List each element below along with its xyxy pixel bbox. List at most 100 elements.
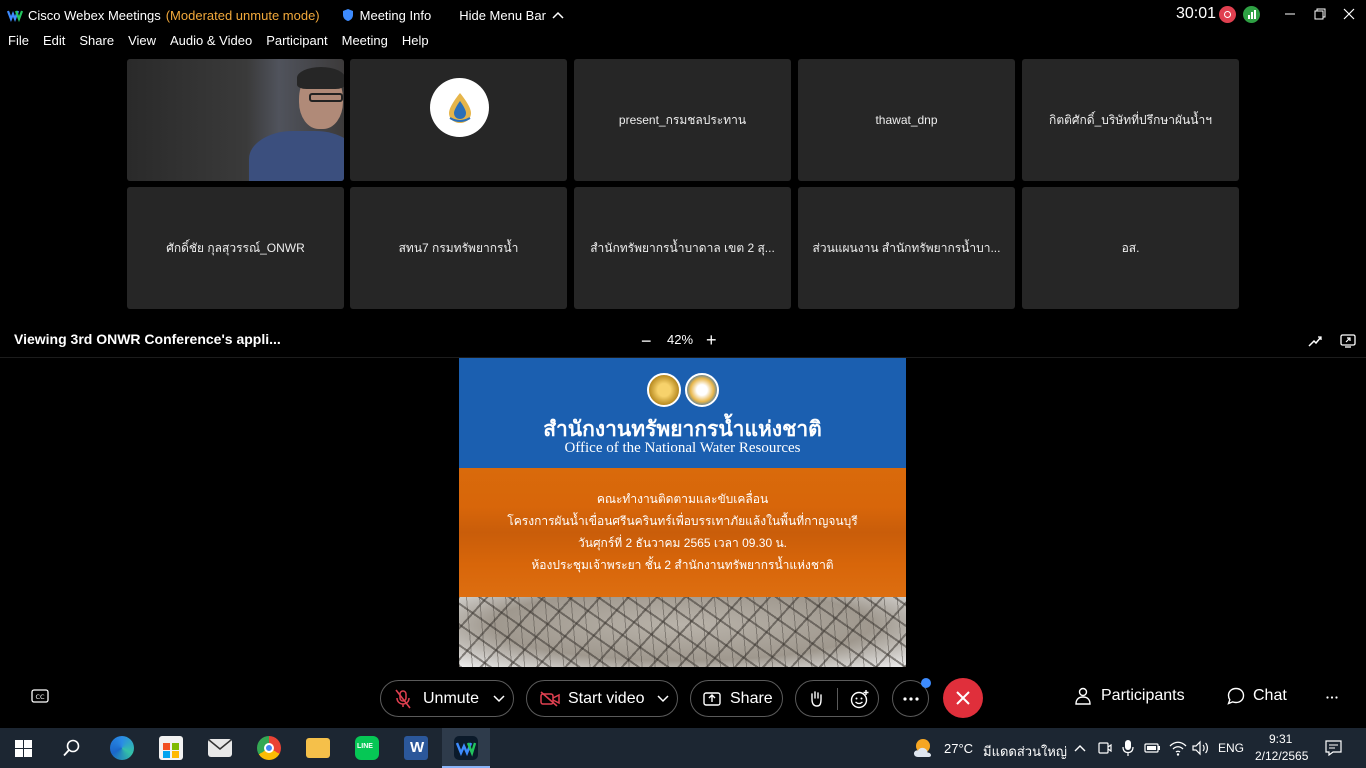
leave-meeting-button[interactable] [943,678,983,718]
hide-menu-bar-button[interactable]: Hide Menu Bar [459,8,564,23]
line-app-icon[interactable]: LINE [355,736,379,760]
menu-file[interactable]: File [8,33,29,53]
slide-header: สำนักงานทรัพยากรน้ำแห่งชาติ Office of th… [459,358,906,468]
participant-tile[interactable]: ส่วนแผนงาน สำนักทรัพยากรน้ำบา... [798,187,1015,309]
weather-temp[interactable]: 27°C [944,741,973,756]
more-icon[interactable] [1326,696,1338,699]
slide-title-english: Office of the National Water Resources [564,440,801,456]
close-button[interactable] [1336,2,1362,26]
raise-hand-icon[interactable] [808,690,824,708]
participant-name: กิตติศักดิ์_บริษัทที่ปรึกษาผันน้ำฯ [1049,112,1212,127]
battery-icon[interactable] [1144,741,1162,755]
notification-dot [921,678,931,688]
slide-line: ห้องประชุมเจ้าพระยา ชั้น 2 สำนักงานทรัพย… [531,558,834,572]
meeting-timer: 30:01 [1176,5,1217,22]
menu-edit[interactable]: Edit [43,33,65,53]
participant-name: ศักดิ์ชัย กุลสุวรรณ์_ONWR [166,240,305,255]
cracked-earth-image [459,597,906,667]
participant-name: อส. [1121,240,1140,255]
minimize-icon [1285,13,1295,15]
share-label: Share [730,689,773,707]
participant-video [249,131,344,181]
share-button[interactable]: Share [690,680,783,717]
chrome-icon[interactable] [257,736,281,760]
menu-help[interactable]: Help [402,33,429,53]
participant-tile[interactable]: ศักดิ์ชัย กุลสุวรรณ์_ONWR [127,187,344,309]
participant-tile[interactable]: อส. [1022,187,1239,309]
store-icon[interactable] [159,736,183,760]
minimize-button[interactable] [1277,2,1303,26]
menu-bar: File Edit Share View Audio & Video Parti… [0,33,435,53]
participant-tile-video[interactable] [127,59,344,181]
meeting-info-button[interactable]: Meeting Info [342,8,431,23]
wifi-icon[interactable] [1169,740,1187,756]
meet-now-icon[interactable] [1097,740,1113,756]
more-options-button[interactable] [892,678,931,717]
popout-icon[interactable] [1340,334,1356,348]
zoom-out-button[interactable]: − [641,331,652,352]
edge-icon[interactable] [110,736,134,760]
menu-audio-video[interactable]: Audio & Video [170,33,252,53]
menu-share[interactable]: Share [79,33,114,53]
notifications-icon[interactable] [1325,740,1342,756]
participant-name: สทน7 กรมทรัพยากรน้ำ [398,240,519,255]
search-icon[interactable] [63,739,81,757]
participant-tile[interactable]: กิตติศักดิ์_บริษัทที่ปรึกษาผันน้ำฯ [1022,59,1239,181]
unmute-button[interactable]: Unmute [380,680,514,717]
participants-button[interactable]: Participants [1075,687,1185,705]
participant-tile[interactable]: present_กรมชลประทาน [574,59,791,181]
share-icon [703,691,721,706]
file-explorer-icon[interactable] [306,738,330,758]
clock-date[interactable]: 2/12/2565 [1255,749,1308,763]
shared-content-title: Viewing 3rd ONWR Conference's appli... [14,331,281,347]
menu-view[interactable]: View [128,33,156,53]
slide-line: โครงการผันน้ำเขื่อนศรีนครินทร์เพื่อบรรเท… [507,514,858,528]
royal-seal-icon [647,373,681,407]
menu-participant[interactable]: Participant [266,33,327,53]
zoom-level[interactable]: 42% [667,332,693,347]
weather-description[interactable]: มีแดดส่วนใหญ่ [983,741,1067,762]
close-icon [1343,8,1355,20]
slide-line: คณะทำงานติดตามและขับเคลื่อน [596,492,769,506]
chat-label: Chat [1253,687,1287,704]
participant-tile[interactable]: สทน7 กรมทรัพยากรน้ำ [350,187,567,309]
participant-name: สำนักทรัพยากรน้ำบาดาล เขต 2 สุ... [590,240,775,255]
clock-time[interactable]: 9:31 [1269,732,1292,746]
reactions-group [795,680,879,717]
slide-agenda: คณะทำงานติดตามและขับเคลื่อน โครงการผันน้… [459,468,906,597]
network-health-icon[interactable] [1243,6,1260,23]
participant-name: thawat_dnp [875,113,938,127]
microphone-icon[interactable] [1122,739,1134,757]
closed-captions-icon[interactable]: CC [31,689,49,703]
avatar [430,78,489,137]
webex-taskbar-button[interactable] [442,728,490,768]
chevron-down-icon[interactable] [493,695,505,703]
menu-meeting[interactable]: Meeting [342,33,388,53]
shield-icon [342,9,353,21]
chat-button[interactable]: Chat [1227,687,1287,705]
chevron-up-icon[interactable] [1074,744,1086,752]
word-icon[interactable]: W [404,736,428,760]
mail-icon[interactable] [208,739,232,757]
windows-start-icon[interactable] [15,740,32,757]
mic-muted-icon [395,689,411,708]
participant-tile[interactable]: thawat_dnp [798,59,1015,181]
start-video-button[interactable]: Start video [526,680,678,717]
participant-tile[interactable]: สำนักทรัพยากรน้ำบาดาล เขต 2 สุ... [574,187,791,309]
person-icon [1075,687,1091,705]
participant-tile-avatar[interactable] [350,59,567,181]
weather-icon[interactable] [912,737,936,759]
volume-icon[interactable] [1192,740,1210,756]
input-language[interactable]: ENG [1218,741,1244,755]
annotate-icon[interactable] [1308,334,1322,348]
restore-icon [1314,8,1326,20]
zoom-in-button[interactable]: + [706,330,717,351]
restore-button[interactable] [1307,2,1333,26]
reactions-icon[interactable] [850,689,870,709]
chevron-down-icon[interactable] [657,695,669,703]
webex-logo-icon [7,10,23,23]
recording-icon[interactable] [1219,6,1236,23]
unmute-label: Unmute [423,689,480,707]
share-header: Viewing 3rd ONWR Conference's appli... −… [0,326,1366,356]
water-drop-logo-icon [448,92,471,123]
